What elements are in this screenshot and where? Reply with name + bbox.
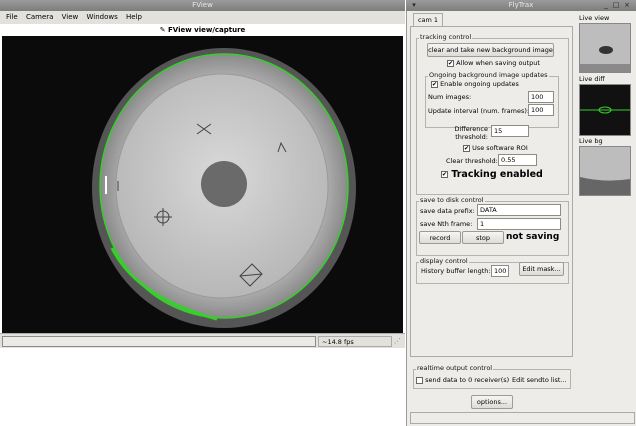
flytrax-title: FlyTrax xyxy=(508,1,534,9)
stop-button[interactable]: stop xyxy=(462,231,504,244)
flytrax-titlebar[interactable]: ▾ FlyTrax _ □ × xyxy=(406,0,636,11)
flytrax-statusbar xyxy=(410,412,635,424)
flytrax-window: cam 1 tracking control clear and take ne… xyxy=(406,11,636,426)
check-icon: ✔ xyxy=(463,144,470,152)
tracking-enabled-checkbox[interactable]: ✔ Tracking enabled xyxy=(441,169,543,181)
clear-background-button[interactable]: clear and take new background image xyxy=(427,43,554,57)
resize-grip-icon[interactable]: ⋰ xyxy=(394,337,402,346)
software-roi-checkbox[interactable]: ✔ Use software ROI xyxy=(463,144,528,153)
saving-status: not saving xyxy=(506,232,560,242)
send-data-label: send data to 0 receiver(s) xyxy=(425,376,510,384)
check-icon: ✔ xyxy=(431,80,438,88)
clear-threshold-input[interactable]: 0.55 xyxy=(498,154,537,166)
fview-menubar: File Camera View Windows Help xyxy=(0,11,405,24)
update-interval-label: Update interval (num. frames): xyxy=(428,107,530,115)
live-view-image xyxy=(580,24,630,72)
live-view-label: Live view xyxy=(579,14,610,22)
fview-toolbar-label: FView view/capture xyxy=(168,26,246,34)
minimize-icon[interactable]: _ xyxy=(602,1,610,9)
camera-icon: ✎ xyxy=(159,26,169,34)
fview-statusbar: ~14.8 fps ⋰ xyxy=(0,333,405,348)
software-roi-label: Use software ROI xyxy=(472,144,528,152)
allow-saving-checkbox[interactable]: ✔ Allow when saving output xyxy=(447,59,540,68)
dish-center xyxy=(201,161,247,207)
num-images-label: Num images: xyxy=(428,93,472,101)
record-button[interactable]: record xyxy=(419,231,461,244)
menu-camera[interactable]: Camera xyxy=(26,13,53,21)
menu-file[interactable]: File xyxy=(6,13,18,21)
close-icon[interactable]: × xyxy=(623,1,631,9)
options-button[interactable]: options... xyxy=(471,395,513,409)
edit-sendto-button[interactable]: Edit sendto list... xyxy=(512,376,567,385)
live-diff-thumbnail xyxy=(579,84,631,136)
fview-titlebar[interactable]: FView xyxy=(0,0,405,11)
live-diff-label: Live diff xyxy=(579,75,605,83)
glare xyxy=(105,176,107,194)
menu-windows[interactable]: Windows xyxy=(87,13,118,21)
enable-ongoing-label: Enable ongoing updates xyxy=(440,80,519,88)
live-view-thumbnail xyxy=(579,23,631,73)
save-nth-label: save Nth frame: xyxy=(420,220,473,228)
allow-saving-label: Allow when saving output xyxy=(456,59,540,67)
save-control-legend: save to disk control xyxy=(419,196,485,204)
camera-image xyxy=(92,48,356,328)
save-prefix-label: save data prefix: xyxy=(420,207,475,215)
check-icon: ✔ xyxy=(447,59,454,67)
checkbox-icon xyxy=(416,376,423,384)
send-data-checkbox[interactable]: send data to 0 receiver(s) xyxy=(416,376,509,385)
fps-readout: ~14.8 fps xyxy=(318,336,392,347)
status-field xyxy=(2,336,316,347)
enable-ongoing-checkbox[interactable]: ✔ Enable ongoing updates xyxy=(431,80,519,89)
difference-threshold-input[interactable]: 15 xyxy=(491,125,529,137)
menu-view[interactable]: View xyxy=(62,13,79,21)
clear-threshold-label: Clear threshold: xyxy=(446,157,498,165)
difference-label-2: threshold: xyxy=(455,133,488,141)
maximize-icon[interactable]: □ xyxy=(612,1,620,9)
realtime-output-legend: realtime output control xyxy=(416,364,494,372)
camera-view[interactable] xyxy=(2,36,403,333)
live-bg-thumbnail xyxy=(579,146,631,196)
tracking-enabled-label: Tracking enabled xyxy=(451,169,543,180)
num-images-input[interactable]: 100 xyxy=(528,91,554,103)
tracking-control-legend: tracking control xyxy=(419,33,473,41)
tab-cam1[interactable]: cam 1 xyxy=(413,13,443,26)
live-bg-label: Live bg xyxy=(579,137,603,145)
fview-toolbar: ✎ FView view/capture xyxy=(0,24,405,36)
save-nth-input[interactable]: 1 xyxy=(477,218,561,230)
check-icon: ✔ xyxy=(441,171,448,178)
fview-title: FView xyxy=(192,1,213,9)
window-menu-icon[interactable]: ▾ xyxy=(410,1,418,9)
live-bg-image xyxy=(580,147,630,195)
edit-mask-button[interactable]: Edit mask... xyxy=(519,262,564,276)
update-interval-input[interactable]: 100 xyxy=(528,104,554,116)
ongoing-updates-legend: Ongoing background image updates xyxy=(428,71,549,79)
display-control-legend: display control xyxy=(419,257,469,265)
history-buffer-label: History buffer length: xyxy=(421,267,491,275)
save-prefix-input[interactable]: DATA xyxy=(477,204,561,216)
history-buffer-input[interactable]: 100 xyxy=(491,265,509,277)
live-diff-image xyxy=(580,85,630,135)
menu-help[interactable]: Help xyxy=(126,13,142,21)
